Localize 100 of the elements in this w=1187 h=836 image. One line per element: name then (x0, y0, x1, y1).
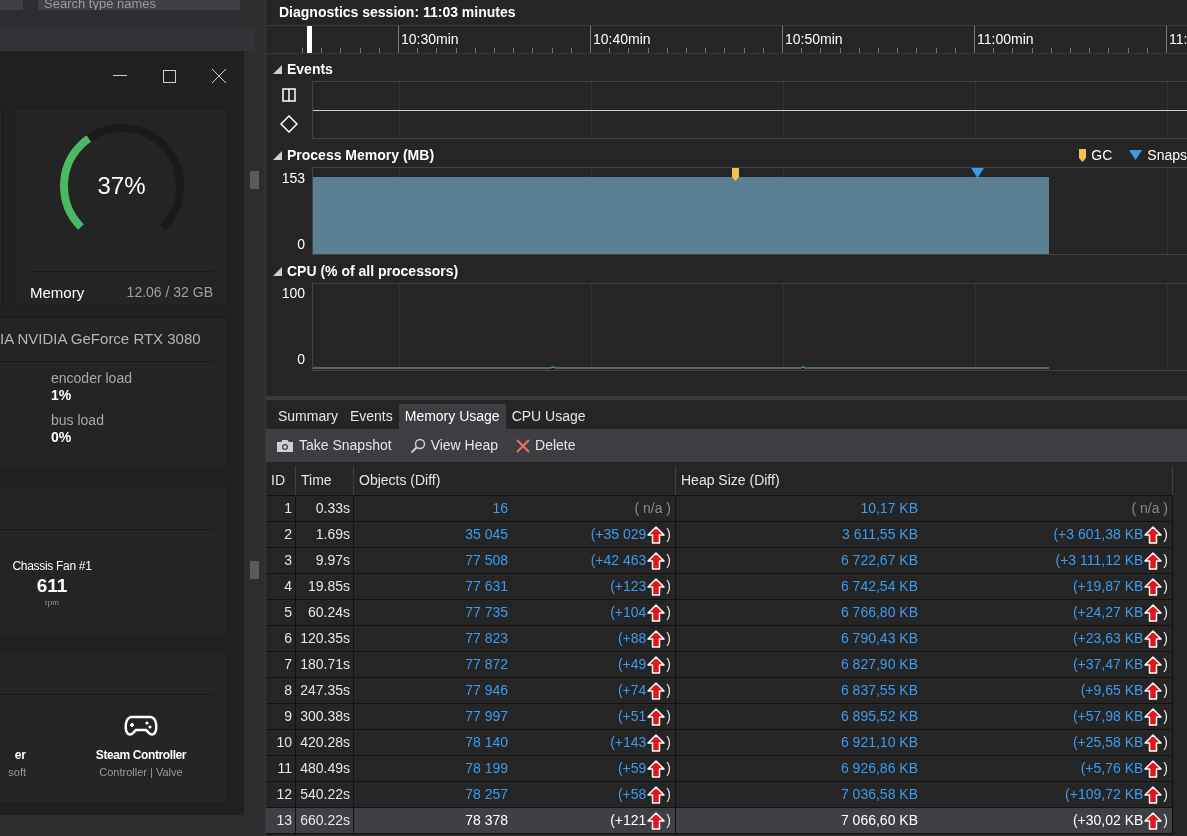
diff-value: (+58 (617, 785, 647, 804)
table-cell: 1.69s (296, 522, 354, 547)
memory-label: Memory (30, 282, 85, 303)
collapse-icon[interactable] (273, 266, 282, 276)
tab[interactable]: Summary (272, 404, 344, 429)
table-row[interactable]: 4 19.85s 77 631 (+123 ) 6 742,54 KB (+19,87 KB ) (266, 574, 1173, 600)
diff-paren: ) (1163, 603, 1168, 622)
device-vendor: soft (8, 765, 26, 780)
diff-paren: ) (1163, 655, 1168, 674)
diff-value: (+25,58 KB (1072, 733, 1144, 752)
object-count: 77 823 (464, 629, 508, 648)
table-cell: 480.49s (296, 756, 354, 781)
table-row[interactable]: 13 660.22s 78 378 (+121 ) 7 066,60 KB (+30,02 KB ) (266, 808, 1173, 834)
diff-paren: ) (1163, 811, 1168, 830)
object-count: 16 (491, 499, 508, 518)
diff-value: (+23,63 KB (1072, 629, 1144, 648)
diff-value: (+109,72 KB (1065, 785, 1144, 804)
device-name: Steam Controller (95, 747, 187, 764)
heap-size: 10,17 KB (859, 499, 918, 518)
diff-value: (+59 (617, 759, 647, 778)
table-row[interactable]: 7 180.71s 77 872 (+49 ) 6 827,90 KB (+37,47 KB ) (266, 652, 1173, 678)
table-row[interactable]: 8 247.35s 77 946 (+74 ) 6 837,55 KB (+9,65 KB ) (266, 678, 1173, 704)
table-row[interactable]: 3 9.97s 77 508 (+42 463 ) 6 722,67 KB (+3 111,12 KB ) (266, 548, 1173, 574)
close-icon[interactable] (212, 69, 226, 83)
diff-value: (+24,27 KB (1072, 603, 1144, 622)
tab[interactable]: Memory Usage (398, 404, 506, 429)
object-count: 77 997 (464, 707, 508, 726)
table-cell: 0.33s (296, 496, 354, 521)
table-row[interactable]: 10 420.28s 78 140 (+143 ) 6 921,10 KB (+25,58 KB ) (266, 730, 1173, 756)
table-row[interactable]: 5 60.24s 77 735 (+104 ) 6 766,80 KB (+24,27 KB ) (266, 600, 1173, 626)
device-name: er (14, 747, 26, 764)
axis-label: 0 (297, 351, 305, 367)
heap-size: 6 921,10 KB (839, 733, 918, 752)
gc-marker-icon (732, 168, 739, 181)
table-cell: 6 (266, 626, 296, 651)
table-cell: 540.22s (296, 782, 354, 807)
scroll-thumb[interactable] (250, 171, 259, 189)
timeline-label: 10:50min (785, 30, 843, 49)
stat-value: 1% (51, 387, 73, 404)
diff-value: (+57,98 KB (1072, 707, 1144, 726)
tab[interactable]: CPU Usage (505, 404, 592, 429)
tab[interactable]: Events (343, 404, 399, 429)
diff-value: ( n/a ) (634, 499, 671, 518)
diff-paren: ) (1163, 525, 1168, 544)
toolbar-button[interactable]: View Heap (409, 435, 499, 456)
diff-value: (+19,87 KB (1072, 577, 1144, 596)
table-cell: 13 (266, 808, 296, 833)
section-title: Events (287, 59, 333, 79)
camera-icon (276, 438, 294, 453)
diff-paren: ) (666, 759, 671, 778)
stat-label: bus load (51, 412, 105, 429)
table-cell: 120.35s (296, 626, 354, 651)
toolbar-button[interactable]: Delete (516, 435, 576, 456)
diff-paren: ) (666, 551, 671, 570)
table-cell: 420.28s (296, 730, 354, 755)
heap-size: 6 790,43 KB (839, 629, 918, 648)
scroll-thumb[interactable] (250, 561, 259, 579)
table-cell: 60.24s (296, 600, 354, 625)
toolbar-button[interactable]: Take Snapshot (276, 435, 392, 456)
table-row[interactable]: 9 300.38s 77 997 (+51 ) 6 895,52 KB (+57,98 KB ) (266, 704, 1173, 730)
table-row[interactable]: 1 0.33s 16 ( n/a ) 10,17 KB ( n/a ) (266, 496, 1173, 522)
collapse-icon[interactable] (273, 150, 282, 160)
diff-paren: ) (1163, 551, 1168, 570)
table-row[interactable]: 6 120.35s 77 823 (+88 ) 6 790,43 KB (+23,63 KB ) (266, 626, 1173, 652)
column-header[interactable]: Heap Size (Diff) (676, 466, 1173, 495)
diamond-icon[interactable] (280, 114, 298, 133)
diff-value: (+88 (617, 629, 647, 648)
diff-value: (+3 601,38 KB (1053, 525, 1144, 544)
pause-icon[interactable] (282, 87, 296, 102)
diff-paren: ) (1163, 733, 1168, 752)
minimize-icon[interactable] (113, 75, 127, 77)
column-header[interactable]: Time (296, 466, 354, 495)
heap-size: 6 766,80 KB (839, 603, 918, 622)
table-row[interactable]: 11 480.49s 78 199 (+59 ) 6 926,86 KB (+5,76 KB ) (266, 756, 1173, 782)
diff-value: (+5,76 KB (1080, 759, 1144, 778)
diff-value: (+74 (617, 681, 647, 700)
diff-paren: ) (1163, 629, 1168, 648)
column-header[interactable]: Objects (Diff) (354, 466, 676, 495)
maximize-icon[interactable] (163, 69, 176, 83)
diff-paren: ) (1163, 681, 1168, 700)
column-header[interactable]: ID (266, 466, 296, 495)
diff-paren: ) (1163, 707, 1168, 726)
table-row[interactable]: 2 1.69s 35 045 (+35 029 ) 3 611,55 KB (+3 601,38 KB ) (266, 522, 1173, 548)
legend-label: GC (1091, 145, 1113, 165)
table-cell: 180.71s (296, 652, 354, 677)
table-cell: 8 (266, 678, 296, 703)
diff-paren: ) (1163, 785, 1168, 804)
heap-size: 6 827,90 KB (839, 655, 918, 674)
diff-value: (+51 (617, 707, 647, 726)
memory-value: 12.06 / 32 GB (126, 283, 213, 303)
legend-label: Snaps (1147, 145, 1187, 165)
diff-paren: ) (1163, 577, 1168, 596)
section-title: CPU (% of all processors) (287, 261, 459, 281)
axis-label: 153 (281, 170, 305, 186)
table-row[interactable]: 12 540.22s 78 257 (+58 ) 7 036,58 KB (+109,72 KB ) (266, 782, 1173, 808)
diff-value: (+143 (610, 733, 647, 752)
object-count: 78 199 (464, 759, 508, 778)
diff-paren: ) (666, 733, 671, 752)
diff-value: (+35 029 (590, 525, 647, 544)
collapse-icon[interactable] (273, 64, 282, 74)
